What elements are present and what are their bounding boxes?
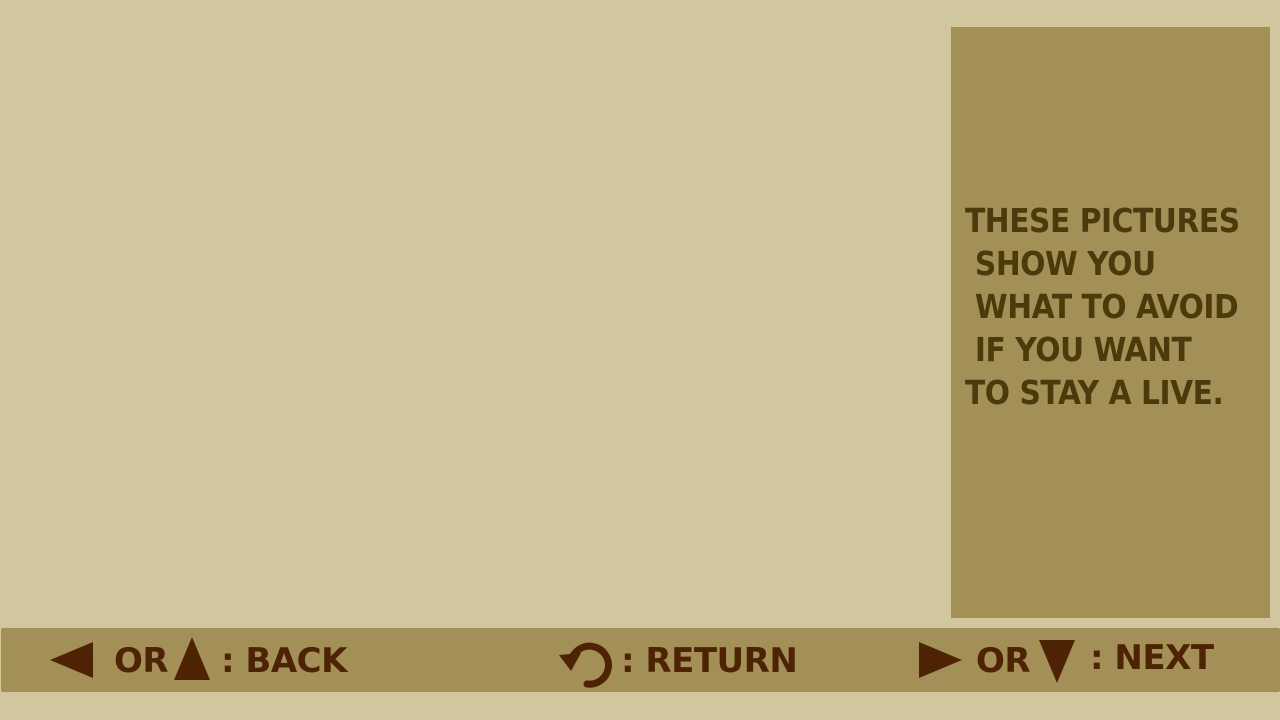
back-label[interactable]: : back	[221, 641, 347, 681]
info-text: These pictures show you what to avoid if…	[965, 201, 1240, 412]
return-label[interactable]: : return	[621, 641, 798, 681]
next-label[interactable]: : next	[1090, 638, 1214, 678]
controls-bar: or : back : return or : next	[1, 628, 1280, 692]
picture-area	[0, 0, 940, 618]
back-or-label: or	[114, 641, 169, 681]
up-arrow-icon[interactable]	[174, 637, 210, 680]
next-or-label: or	[976, 641, 1031, 681]
right-arrow-icon[interactable]	[919, 642, 962, 678]
return-icon[interactable]	[557, 631, 617, 689]
left-arrow-icon[interactable]	[50, 642, 93, 678]
info-panel: These pictures show you what to avoid if…	[951, 27, 1270, 618]
down-arrow-icon[interactable]	[1039, 640, 1075, 683]
